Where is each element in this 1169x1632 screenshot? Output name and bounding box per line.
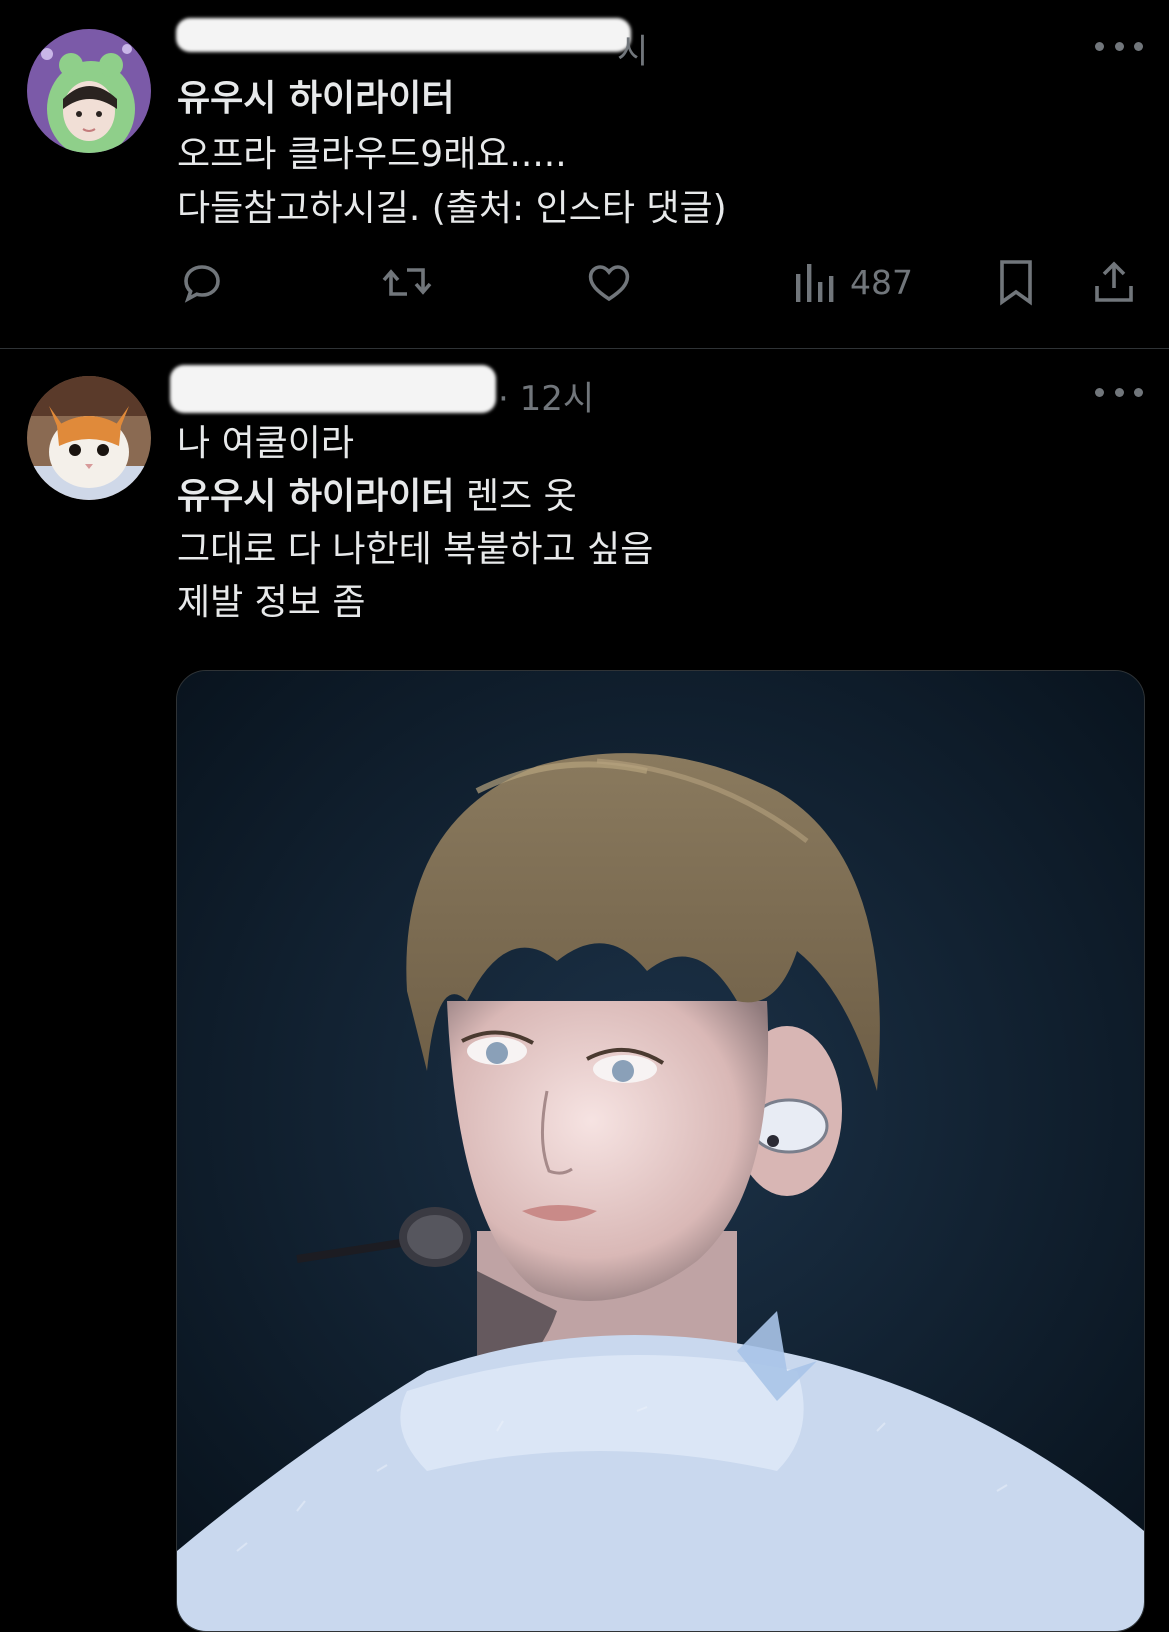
tweet-media-image[interactable] (176, 670, 1145, 1632)
tweet-body-line: 다들참고하시길. (출처: 인스타 댓글) (177, 188, 727, 229)
avatar[interactable] (27, 376, 151, 500)
like-icon (588, 265, 630, 302)
views-count: 487 (850, 262, 913, 302)
tweet-body-text: 렌즈 옷 (454, 476, 577, 517)
tweet-time: · 12시 (498, 379, 595, 419)
share-icon (1095, 261, 1133, 302)
avatar[interactable] (27, 29, 151, 153)
more-options-icon[interactable] (1095, 36, 1143, 56)
share-button[interactable] (1090, 254, 1138, 310)
photo (177, 671, 1144, 1631)
bookmark-icon (1000, 260, 1032, 306)
bookmark-button[interactable] (994, 254, 1038, 310)
tweet-body-line: 오프라 클라우드9래요..... (177, 134, 567, 175)
tweet-1[interactable]: 시 유우시 하이라이터 오프라 클라우드9래요..... 다들참고하시길. (출… (0, 0, 1169, 348)
tweet-body-line: 나 여쿨이라 (177, 423, 355, 464)
reply-button[interactable] (178, 254, 226, 310)
tweet-body-line: 제발 정보 좀 (177, 582, 366, 623)
more-options-icon[interactable] (1095, 382, 1143, 402)
views-button[interactable]: 487 (792, 254, 913, 310)
blurred-meta-glyph: 시 (617, 32, 649, 72)
avatar-image (27, 29, 151, 153)
tweet-actions: 487 (0, 254, 1169, 314)
tweet-body-line: 유우시 하이라이터 (177, 78, 455, 119)
redacted-username (170, 365, 496, 413)
tweet-body-line: 유우시 하이라이터 렌즈 옷 (177, 470, 577, 524)
mentioned-text: 유우시 하이라이터 (177, 476, 455, 517)
views-icon (796, 264, 834, 302)
redacted-username (176, 18, 631, 52)
reply-icon (184, 265, 220, 303)
tweet-body-line: 그대로 다 나한테 복붙하고 싶음 (177, 529, 654, 570)
like-button[interactable] (585, 254, 633, 310)
avatar-image (27, 376, 151, 500)
retweet-icon (382, 268, 432, 296)
retweet-button[interactable] (380, 254, 434, 310)
